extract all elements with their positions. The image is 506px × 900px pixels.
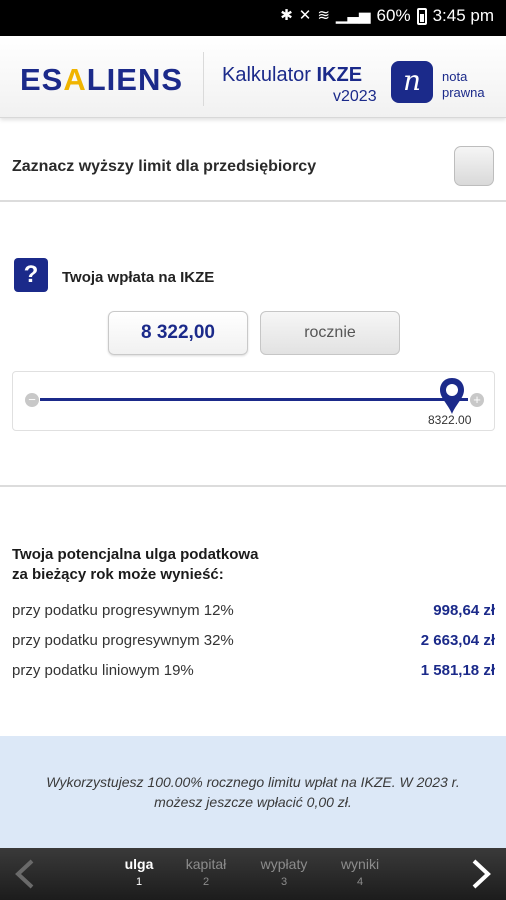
status-icons: ✱ ✕ ≋ ▁▃▅ 60% 3:45 pm [280,6,494,26]
relief-row-label: przy podatku progresywnym 12% [12,602,234,619]
relief-row-value: 2 663,04 zł [420,632,495,649]
legal-note-icon: n [402,64,422,97]
step-navigation: ulga 1 kapitał 2 wypłaty 3 wyniki 4 [0,848,506,900]
esaliens-logo: ESALIENS [20,62,184,97]
relief-row-value: 1 581,18 zł [420,662,495,679]
relief-heading: Twoja potencjalna ulga podatkowa za bieżą… [12,546,259,583]
relief-row-progressive-32: przy podatku progresywnym 32% 2 663,04 z… [12,632,495,654]
mute-icon: ✕ [298,7,312,24]
slider-track[interactable] [40,398,468,401]
slider-increase-button[interactable]: + [470,393,484,407]
entrepreneur-option-row: Zaznacz wyższy limit dla przedsiębiorcy [0,120,506,202]
limit-info-panel: Wykorzystujesz 100.00% rocznego limitu w… [0,736,506,848]
step-tab-kapital[interactable]: kapitał 2 [171,856,241,888]
period-toggle-button[interactable]: rocznie [260,311,400,355]
wifi-icon: ≋ [317,7,330,24]
contribution-amount-input[interactable]: 8 322,00 [108,311,248,355]
limit-info-text: Wykorzystujesz 100.00% rocznego limitu w… [46,774,460,810]
help-icon[interactable]: ? [14,258,48,292]
clock: 3:45 pm [432,6,494,25]
battery-percent: 60% [376,6,411,25]
relief-row-progressive-12: przy podatku progresywnym 12% 998,64 zł [12,602,495,624]
step-tab-wyniki[interactable]: wyniki 4 [325,856,395,888]
step-tab-wyplaty[interactable]: wypłaty 3 [249,856,319,888]
slider-value-label: 8322.00 [428,413,472,427]
app-title: Kalkulator IKZE [222,64,363,86]
relief-row-label: przy podatku progresywnym 32% [12,632,234,649]
slider-decrease-button[interactable]: − [25,393,39,407]
next-step-icon[interactable] [468,858,494,890]
legal-note-button[interactable]: n [391,61,433,103]
app-header: ESALIENS Kalkulator IKZE v2023 n nota pra… [0,36,506,118]
slider-thumb[interactable] [438,376,466,416]
legal-note-link[interactable]: nota prawna [442,69,485,101]
app-version: v2023 [333,88,377,105]
entrepreneur-limit-label: Zaznacz wyższy limit dla przedsiębiorcy [12,158,317,175]
bluetooth-icon: ✱ [280,7,293,24]
contribution-slider[interactable] [12,371,495,431]
status-bar: ✱ ✕ ≋ ▁▃▅ 60% 3:45 pm [0,0,506,36]
relief-row-label: przy podatku liniowym 19% [12,662,194,679]
signal-icon: ▁▃▅ [335,7,371,24]
contribution-label: Twoja wpłata na IKZE [62,269,215,286]
header-divider [203,52,204,106]
entrepreneur-limit-checkbox[interactable] [454,146,494,186]
relief-row-linear-19: przy podatku liniowym 19% 1 581,18 zł [12,662,495,684]
previous-step-icon[interactable] [12,858,38,890]
step-tab-ulga[interactable]: ulga 1 [104,856,174,888]
section-divider [0,485,506,487]
battery-icon [416,7,427,25]
relief-row-value: 998,64 zł [433,602,495,619]
